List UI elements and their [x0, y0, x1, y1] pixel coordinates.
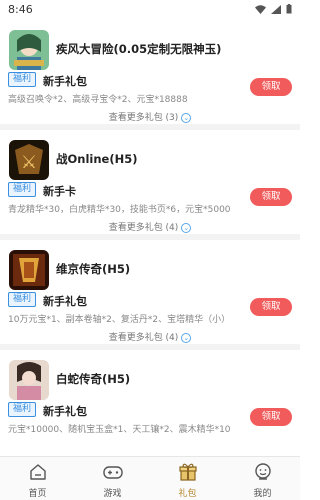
- game-title[interactable]: 疾风大冒险(0.05定制无限神玉): [56, 41, 221, 57]
- gift-description: 高级召唤令*2、高级寻宝令*2、元宝*18888: [8, 95, 188, 105]
- more-gifts-label: 查看更多礼包 (3): [108, 113, 179, 123]
- gift-description: 青龙精华*30，白虎精华*30，技能书页*6，元宝*5000: [8, 205, 231, 215]
- tab-label: 首页: [28, 489, 47, 499]
- wifi-icon: [255, 4, 266, 14]
- gift-description: 元宝*10000、随机宝玉盒*1、天工镶*2、震木精华*10: [8, 425, 231, 435]
- tab-label: 游戏: [103, 489, 122, 499]
- gift-description: 10万元宝*1、副本卷轴*2、复活丹*2、宝塔精华（小）: [8, 315, 231, 325]
- game-title[interactable]: 战Online(H5): [56, 151, 137, 167]
- gift-name: 新手礼包: [43, 75, 87, 88]
- more-gifts-label: 查看更多礼包 (4): [108, 223, 179, 233]
- svg-text:⚔: ⚔: [21, 152, 37, 173]
- chevron-down-icon: ⌄: [181, 332, 192, 343]
- benefit-tag: 福利: [8, 292, 36, 307]
- home-icon: [29, 464, 46, 480]
- more-gifts-link[interactable]: 查看更多礼包 (4) ⌄: [0, 330, 300, 343]
- gift-name: 新手卡: [43, 185, 76, 198]
- benefit-tag: 福利: [8, 182, 36, 197]
- more-gifts-link[interactable]: 查看更多礼包 (4) ⌄: [0, 220, 300, 233]
- chevron-down-icon: ⌄: [181, 112, 192, 123]
- gift-icon: [178, 463, 197, 481]
- game-title[interactable]: 白蛇传奇(H5): [56, 371, 130, 387]
- game-icon-weijing[interactable]: [9, 250, 49, 290]
- game-card: 白蛇传奇(H5) 福利 新手礼包 领取 元宝*10000、随机宝玉盒*1、天工镶…: [0, 350, 300, 456]
- gamepad-icon: [102, 466, 123, 479]
- game-card: 疾风大冒险(0.05定制无限神玉) 福利 新手礼包 领取 高级召唤令*2、高级寻…: [0, 20, 300, 130]
- status-bar: 8:46: [0, 0, 300, 20]
- tab-label: 我的: [253, 489, 272, 499]
- more-gifts-label: 查看更多礼包 (4): [108, 333, 179, 343]
- tab-games[interactable]: 游戏: [75, 457, 150, 500]
- benefit-tag: 福利: [8, 402, 36, 417]
- tab-label: 礼包: [178, 489, 197, 499]
- tab-profile[interactable]: 我的: [225, 457, 300, 500]
- game-title[interactable]: 维京传奇(H5): [56, 261, 130, 277]
- game-card: ⚔ 战Online(H5) 福利 新手卡 领取 青龙精华*30，白虎精华*30，…: [0, 130, 300, 240]
- bottom-tab-bar: 首页 游戏 礼包 我的: [0, 456, 300, 500]
- tab-home[interactable]: 首页: [0, 457, 75, 500]
- gift-name: 新手礼包: [43, 295, 87, 308]
- battery-icon: [286, 4, 292, 14]
- game-icon-jifeng[interactable]: [9, 30, 49, 70]
- gift-name: 新手礼包: [43, 405, 87, 418]
- status-time: 8:46: [8, 3, 33, 16]
- chevron-down-icon: ⌄: [181, 222, 192, 233]
- gift-list[interactable]: 疾风大冒险(0.05定制无限神玉) 福利 新手礼包 领取 高级召唤令*2、高级寻…: [0, 20, 300, 456]
- game-icon-zhan[interactable]: ⚔: [9, 140, 49, 180]
- status-icons: [255, 4, 292, 14]
- game-icon-baishe[interactable]: [9, 360, 49, 400]
- more-gifts-link[interactable]: 查看更多礼包 (3) ⌄: [0, 110, 300, 123]
- tab-gifts[interactable]: 礼包: [150, 457, 225, 500]
- game-card: 维京传奇(H5) 福利 新手礼包 领取 10万元宝*1、副本卷轴*2、复活丹*2…: [0, 240, 300, 350]
- profile-icon: [254, 463, 271, 480]
- benefit-tag: 福利: [8, 72, 36, 87]
- signal-icon: [271, 4, 281, 14]
